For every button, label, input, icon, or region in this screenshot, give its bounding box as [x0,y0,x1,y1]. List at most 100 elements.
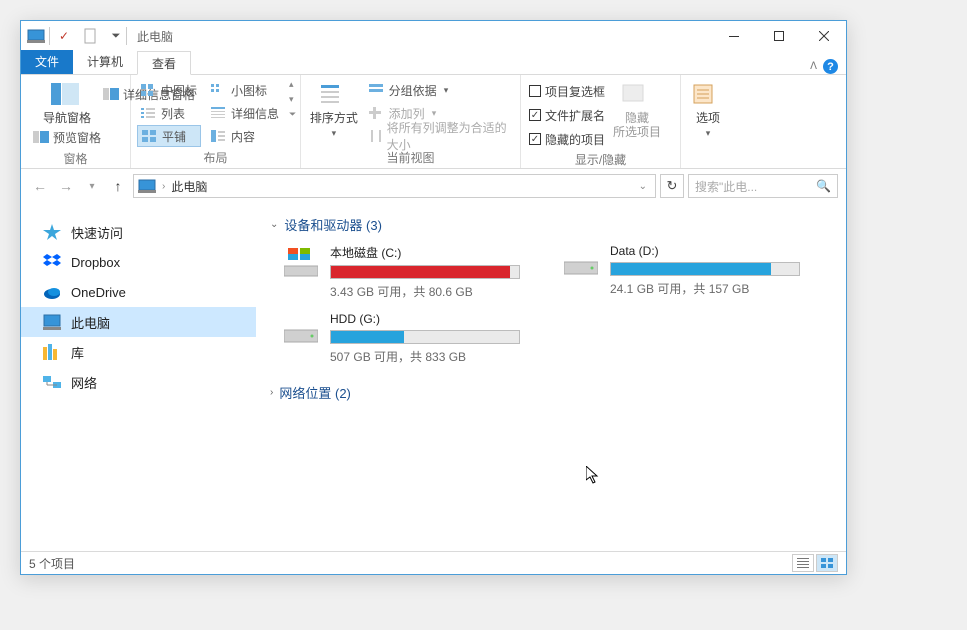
address-pc-icon [138,179,156,193]
layout-medium-icons[interactable]: 中图标 [137,79,201,101]
address-dropdown-icon[interactable]: ⌄ [635,181,651,192]
ribbon-group-layout: 中图标 列表 平铺 小图标 详细信息 内容 ▴ ▾ ⏷ 布局 [131,75,301,168]
recent-button[interactable]: ▾ [81,175,103,197]
view-tiles-button[interactable] [816,554,838,572]
body: 快速访问 Dropbox OneDrive 此电脑 库 网络 [21,203,846,551]
library-icon [43,344,61,360]
group-label-showhide: 显示/隐藏 [529,149,672,170]
onedrive-icon [43,284,61,300]
options-button[interactable]: 选项▾ [689,79,727,140]
view-mode-toggle [792,554,838,572]
nav-quick-access[interactable]: 快速访问 [21,217,256,247]
checkbox-item-checkboxes[interactable]: 项目复选框 [529,81,605,101]
qat-divider [49,27,50,45]
qat-divider-2 [126,27,127,45]
search-icon: 🔍 [816,179,831,193]
drives-list: 本地磁盘 (C:) 3.43 GB 可用，共 80.6 GB Data (D:) 24… [282,244,832,365]
nav-dropbox[interactable]: Dropbox [21,247,256,277]
tab-view[interactable]: 查看 [137,51,191,75]
address-bar: ← → ▾ ↑ › 此电脑 ⌄ ↻ 搜索"此电... 🔍 [21,169,846,203]
drive-usage-bar [330,265,520,279]
drive-item[interactable]: Data (D:) 24.1 GB 可用，共 157 GB [562,244,812,300]
tab-computer[interactable]: 计算机 [73,50,137,74]
layout-scroll-down-icon[interactable]: ▾ [289,94,296,105]
pc-icon [43,314,61,330]
network-icon [43,374,61,390]
ribbon: 导航窗格 预览窗格 详细信息窗格 窗格 中图标 列表 [21,75,846,169]
layout-details[interactable]: 详细信息 [207,102,283,124]
qat-properties-icon[interactable]: ✓ [54,26,74,46]
drive-space-text: 24.1 GB 可用，共 157 GB [610,280,812,297]
group-label-current: 当前视图 [309,147,512,168]
preview-pane-button[interactable]: 预览窗格 [29,126,105,148]
nav-network[interactable]: 网络 [21,367,256,397]
layout-scroll-up-icon[interactable]: ▴ [289,79,296,90]
ribbon-group-options: 选项▾ [681,75,735,168]
dropbox-icon [43,254,61,270]
drive-name: 本地磁盘 (C:) [330,244,532,261]
layout-content[interactable]: 内容 [207,125,283,147]
hide-items-button: 隐藏所选项目 [611,79,663,140]
quick-access-toolbar: ✓ ⏷ [54,26,126,46]
drive-name: Data (D:) [610,244,812,258]
layout-more-icon[interactable]: ⏷ [289,109,296,120]
refresh-button[interactable]: ↻ [660,174,684,198]
drive-icon [562,244,600,282]
layout-list[interactable]: 列表 [137,102,201,124]
close-button[interactable] [801,21,846,51]
group-label-panes: 窗格 [29,148,122,169]
ribbon-group-current-view: 排序方式 ▾ 分组依据▾ 添加列▾ 将所有列调整为合适的大小 当前视图 [301,75,521,168]
breadcrumb-sep-icon[interactable]: › [162,181,165,192]
chevron-right-icon: › [270,387,273,398]
nav-this-pc[interactable]: 此电脑 [21,307,256,337]
layout-small-icons[interactable]: 小图标 [207,79,283,101]
content-pane: ⌄ 设备和驱动器 (3) 本地磁盘 (C:) 3.43 GB 可用，共 80.6 … [256,203,846,551]
drive-icon [282,312,320,350]
drive-name: HDD (G:) [330,312,532,326]
view-details-button[interactable] [792,554,814,572]
qat-new-icon[interactable] [80,26,100,46]
drive-space-text: 507 GB 可用，共 833 GB [330,348,532,365]
window-controls [711,21,846,51]
ribbon-group-showhide: 项目复选框 ✓文件扩展名 ✓隐藏的项目 隐藏所选项目 显示/隐藏 [521,75,681,168]
chevron-down-icon: ⌄ [270,219,278,230]
ribbon-tabs: 文件 计算机 查看 ᐱ ? [21,51,846,75]
fitcolumns-button: 将所有列调整为合适的大小 [365,125,512,147]
nav-onedrive[interactable]: OneDrive [21,277,256,307]
minimize-ribbon-icon[interactable]: ᐱ [810,61,817,72]
help-icon[interactable]: ? [823,59,838,74]
drive-item[interactable]: 本地磁盘 (C:) 3.43 GB 可用，共 80.6 GB [282,244,532,300]
address-box[interactable]: › 此电脑 ⌄ [133,174,656,198]
window-title: 此电脑 [137,28,173,45]
group-header-network[interactable]: › 网络位置 (2) [270,383,832,402]
qat-dropdown-icon[interactable]: ⏷ [106,26,126,46]
layout-tiles[interactable]: 平铺 [137,125,201,147]
ribbon-help: ᐱ ? [810,59,838,74]
sort-button[interactable]: 排序方式 ▾ [309,79,359,140]
nav-libraries[interactable]: 库 [21,337,256,367]
titlebar: ✓ ⏷ 此电脑 [21,21,846,51]
breadcrumb[interactable]: 此电脑 [171,178,207,195]
ribbon-group-panes: 导航窗格 预览窗格 详细信息窗格 窗格 [21,75,131,168]
explorer-window: ✓ ⏷ 此电脑 文件 计算机 查看 ᐱ ? [20,20,847,575]
search-input[interactable]: 搜索"此电... 🔍 [688,174,838,198]
group-header-devices[interactable]: ⌄ 设备和驱动器 (3) [270,215,832,234]
status-text: 5 个项目 [29,555,75,572]
drive-usage-bar [330,330,520,344]
minimize-button[interactable] [711,21,756,51]
tab-file[interactable]: 文件 [21,50,73,74]
up-button[interactable]: ↑ [107,175,129,197]
drive-usage-bar [610,262,800,276]
checkbox-hidden-items[interactable]: ✓隐藏的项目 [529,129,605,149]
drive-item[interactable]: HDD (G:) 507 GB 可用，共 833 GB [282,312,532,365]
groupby-button[interactable]: 分组依据▾ [365,79,512,101]
status-bar: 5 个项目 [21,551,846,574]
checkbox-file-extensions[interactable]: ✓文件扩展名 [529,105,605,125]
group-label-layout: 布局 [131,147,300,168]
nav-pane-button[interactable]: 导航窗格 [43,79,91,125]
navigation-pane: 快速访问 Dropbox OneDrive 此电脑 库 网络 [21,203,256,551]
drive-icon [282,244,320,282]
maximize-button[interactable] [756,21,801,51]
back-button[interactable]: ← [29,175,51,197]
drive-space-text: 3.43 GB 可用，共 80.6 GB [330,283,532,300]
